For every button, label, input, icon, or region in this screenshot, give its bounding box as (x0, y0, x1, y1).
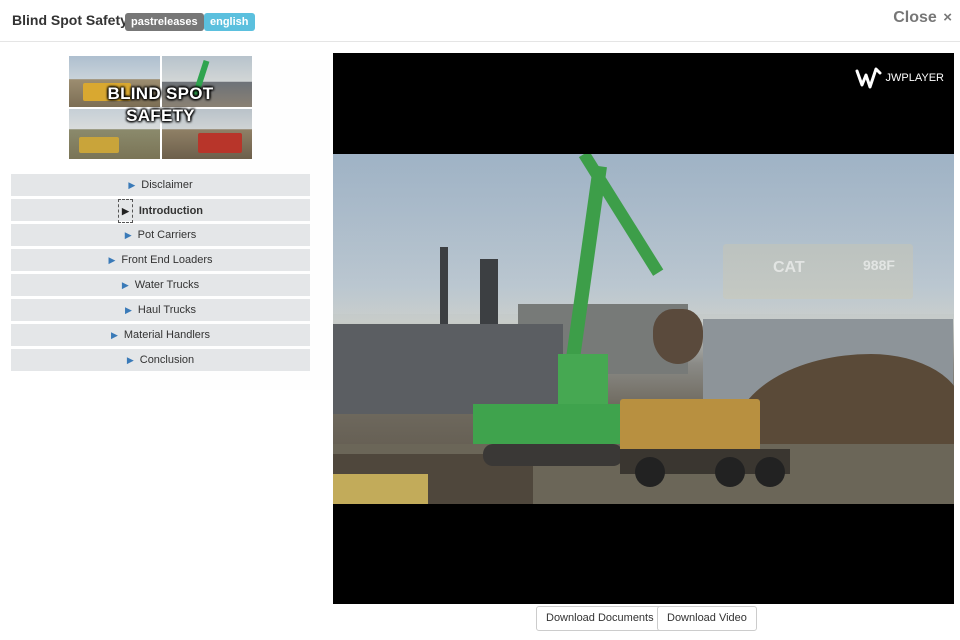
play-arrow-icon: ▶ (108, 255, 116, 265)
download-documents-button[interactable]: Download Documents (536, 606, 664, 631)
close-button[interactable]: Close × (893, 9, 952, 27)
chapter-menu: ▶ Disclaimer ▶ Introduction ▶ Pot Carriers … (11, 174, 310, 374)
modal-header: Blind Spot Safety pastreleases english C… (0, 0, 960, 42)
jwplayer-logo: JWPLAYER (854, 63, 944, 93)
chapter-label: Front End Loaders (121, 254, 213, 266)
close-icon: × (943, 9, 952, 26)
chapter-label: Conclusion (139, 354, 195, 366)
overlay-cat-text: CAT (773, 259, 805, 276)
chapter-pot-carriers[interactable]: ▶ Pot Carriers (11, 224, 310, 246)
chapter-water-trucks[interactable]: ▶ Water Trucks (11, 274, 310, 296)
barrier-block (333, 474, 428, 504)
play-arrow-icon: ▶ (125, 305, 132, 315)
chapter-disclaimer[interactable]: ▶ Disclaimer (11, 174, 310, 196)
close-label: Close (893, 9, 937, 26)
play-arrow-icon: ▶ (128, 180, 136, 190)
chapter-label: Introduction (138, 205, 204, 217)
chapter-introduction[interactable]: ▶ Introduction (11, 199, 310, 223)
chapter-front-end-loaders[interactable]: ▶ Front End Loaders (11, 249, 310, 271)
chapter-label: Water Trucks (134, 279, 200, 291)
chapter-haul-trucks[interactable]: ▶ Haul Trucks (11, 299, 310, 321)
play-arrow-icon: ▶ (121, 280, 129, 290)
download-video-button[interactable]: Download Video (657, 606, 757, 631)
course-thumbnail: BLIND SPOT SAFETY (69, 56, 252, 159)
chapter-material-handlers[interactable]: ▶ Material Handlers (11, 324, 310, 346)
video-frame[interactable]: CAT 988F (333, 154, 954, 504)
play-arrow-icon: ▶ (117, 199, 133, 223)
play-arrow-icon: ▶ (110, 330, 118, 340)
chapter-label: Material Handlers (123, 329, 211, 341)
chapter-label: Pot Carriers (137, 229, 197, 241)
video-player[interactable]: JWPLAYER CAT 988F (333, 53, 954, 604)
play-arrow-icon: ▶ (126, 355, 134, 365)
chapter-label: Haul Trucks (137, 304, 196, 316)
tag-badge-english: english (204, 13, 255, 31)
tag-badge-pastreleases: pastreleases (125, 13, 204, 31)
modal-title: Blind Spot Safety (12, 12, 128, 28)
chapter-conclusion[interactable]: ▶ Conclusion (11, 349, 310, 371)
overlay-model-text: 988F (863, 257, 895, 273)
jwplayer-brand: JWPLAYER (885, 72, 944, 84)
video-modal: Blind Spot Safety pastreleases english C… (0, 0, 960, 640)
material-handler-machine (473, 154, 703, 474)
thumbnail-title-line1: BLIND SPOT (107, 84, 214, 103)
chapter-label: Disclaimer (141, 179, 193, 191)
play-arrow-icon: ▶ (124, 230, 132, 240)
haul-truck (620, 379, 795, 489)
thumbnail-title-line2: SAFETY (126, 106, 195, 125)
jwplayer-icon (855, 67, 882, 89)
